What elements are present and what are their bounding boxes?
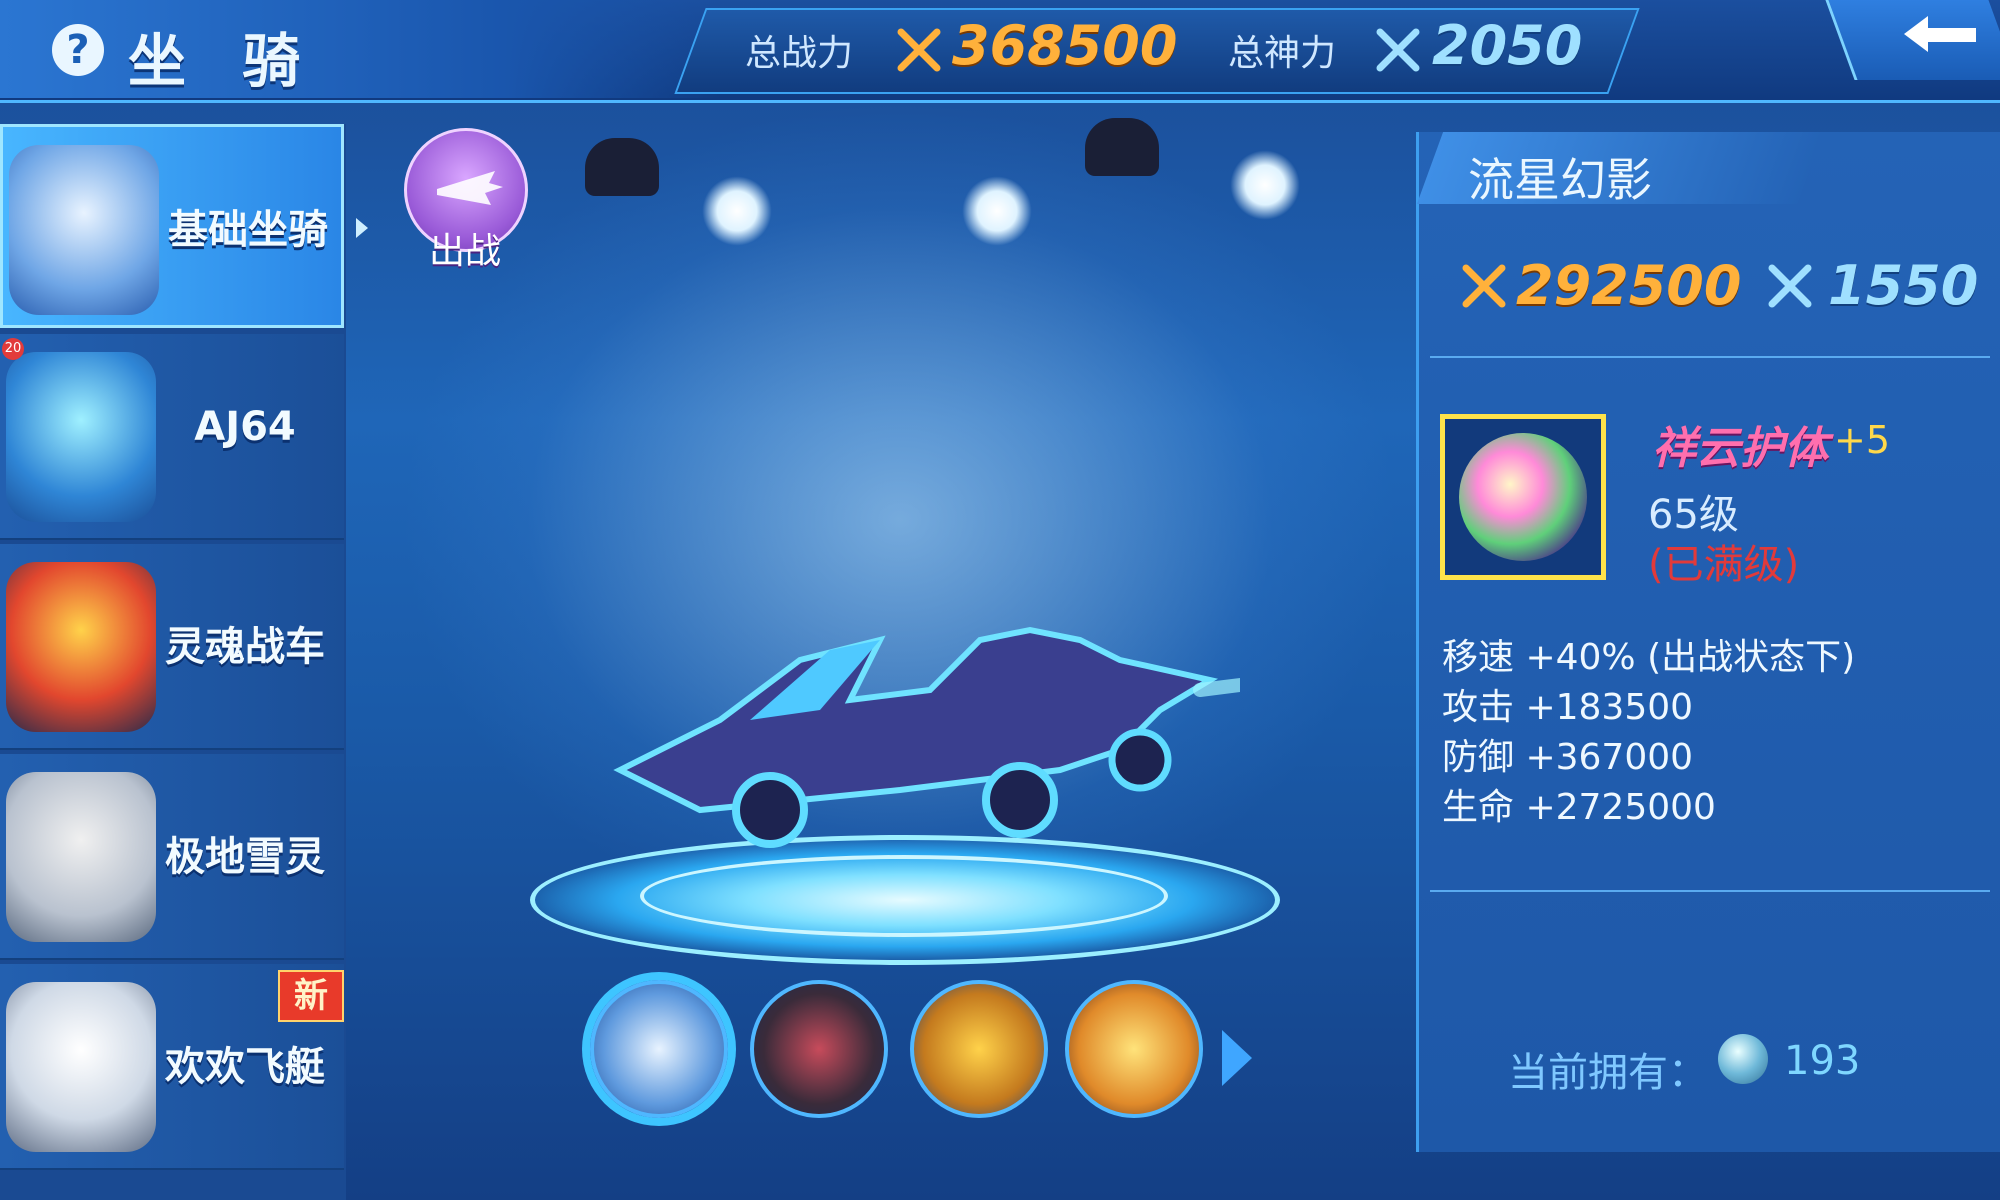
spotlight-glow [702, 176, 772, 246]
mount-thumbnail [9, 145, 159, 315]
title-panel [0, 0, 720, 98]
sidebar-item-label: 基础坐骑 [168, 207, 328, 253]
attribute-attack: 攻击 +183500 [1442, 687, 1694, 728]
page-title: 坐 骑 [128, 27, 319, 95]
platform-ring [640, 855, 1168, 937]
mount-thumbnail [6, 982, 156, 1152]
skill-max-note: (已满级) [1648, 542, 1800, 588]
attribute-health: 生命 +2725000 [1442, 787, 1716, 828]
question-icon[interactable]: ? [52, 24, 104, 76]
total-divine-value: 2050 [1432, 14, 1583, 77]
stage-lamp [585, 138, 659, 196]
crystal-orb-icon [1718, 1034, 1768, 1084]
divider [1430, 890, 1990, 892]
mount-skin-selector [560, 970, 1280, 1140]
meteor-phantom-mount-image [613, 626, 1240, 848]
spotlight-glow [962, 176, 1032, 246]
divider [1430, 356, 1990, 358]
auspicious-cloud-skill-icon [1459, 433, 1587, 561]
next-arrow-icon[interactable] [1222, 1030, 1252, 1086]
mount-skin-slot[interactable] [910, 980, 1048, 1118]
owned-label: 当前拥有： [1508, 1050, 1708, 1096]
owned-count: 193 [1784, 1038, 1861, 1084]
sidebar-item-polar-snow-spirit[interactable]: 极地雪灵 [0, 754, 344, 960]
mount-skin-slot[interactable] [1065, 980, 1203, 1118]
mount-thumbnail [6, 772, 156, 942]
sidebar-item-happy-airship[interactable]: 新 欢欢飞艇 [0, 964, 344, 1170]
mount-name: 流星幻影 [1468, 153, 1652, 207]
back-arrow-icon[interactable] [1898, 10, 1982, 70]
crossed-swords-icon [895, 26, 943, 78]
total-power-value: 368500 [952, 14, 1178, 77]
sidebar-item-label: 灵魂战车 [165, 624, 325, 670]
sidebar-item-aj64[interactable]: 20 AJ64 [0, 334, 344, 540]
top-bar: ? 坐 骑 总战力 368500 总神力 2050 [0, 0, 2000, 103]
spotlight-glow [1230, 150, 1300, 220]
sidebar-item-soul-chariot[interactable]: 灵魂战车 [0, 544, 344, 750]
mount-power-value: 292500 [1516, 254, 1742, 317]
total-power-label: 总战力 [745, 33, 854, 74]
attribute-speed: 移速 +40% (出战状态下) [1442, 637, 1856, 678]
mount-divine-value: 1550 [1828, 254, 1979, 317]
attribute-defense: 防御 +367000 [1442, 737, 1694, 778]
sidebar-item-basic-mount[interactable]: 基础坐骑 [0, 124, 344, 328]
divine-sword-icon [1766, 262, 1814, 314]
mount-skin-slot[interactable] [590, 980, 728, 1118]
sidebar-item-label: 极地雪灵 [165, 834, 325, 880]
crossed-swords-icon [1460, 262, 1508, 314]
mount-category-sidebar: 基础坐骑 20 AJ64 灵魂战车 极地雪灵 新 欢欢飞艇 [0, 124, 346, 1200]
level-badge: 20 [2, 338, 24, 360]
selected-arrow-icon [356, 218, 368, 238]
new-badge: 新 [278, 970, 344, 1022]
total-divine-label: 总神力 [1228, 33, 1337, 74]
skill-bonus: +5 [1834, 418, 1891, 462]
sidebar-item-label: 欢欢飞艇 [165, 1044, 325, 1090]
stage-lamp [1085, 118, 1159, 176]
mount-thumbnail [6, 352, 156, 522]
sidebar-item-label: AJ64 [194, 404, 296, 450]
divine-sword-icon [1374, 26, 1422, 78]
skill-name: 祥云护体 [1652, 423, 1828, 474]
mount-thumbnail [6, 562, 156, 732]
mount-skin-slot[interactable] [750, 980, 888, 1118]
skill-icon-frame[interactable] [1440, 414, 1606, 580]
deploy-label: 出战 [428, 231, 501, 272]
